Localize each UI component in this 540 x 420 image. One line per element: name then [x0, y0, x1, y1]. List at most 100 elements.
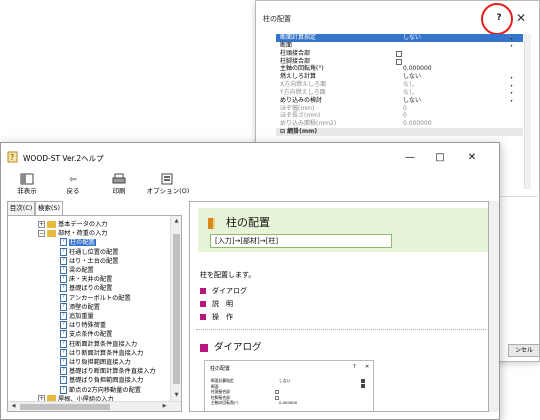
tree-item-label: はり負担範囲直接入力 [69, 359, 131, 366]
tree-item-label: 節点の2方向移動量の配置 [69, 386, 141, 394]
mini-dialog-title: 柱の配置 [210, 366, 231, 372]
scroll-down-icon[interactable]: ▼ [172, 391, 181, 400]
dropdown-arrow-icon[interactable]: ▾ [509, 36, 514, 41]
options-button[interactable]: オプション(O) [145, 173, 191, 199]
tree-page-item[interactable]: ? 節点の2方向移動量の配置 [60, 385, 141, 395]
tab-contents[interactable]: 目次(C) [7, 201, 35, 215]
tree-horizontal-scrollbar[interactable]: ◀ ▶ [8, 401, 181, 411]
property-value[interactable]: 0.000000 [403, 65, 432, 73]
tree-page-item[interactable]: ? はり負担範囲直接入力 [60, 358, 131, 367]
topic-title: 柱の配置 [226, 216, 270, 229]
scroll-left-icon[interactable]: ◀ [9, 402, 18, 411]
mini-close-icon: ✕ [365, 364, 370, 370]
help-button[interactable]: ? [489, 10, 509, 26]
scroll-up-icon[interactable]: ▲ [172, 217, 181, 226]
tree-page-item[interactable]: ? はり特殊荷重 [60, 321, 106, 330]
dropdown-arrow-icon[interactable]: ▾ [509, 75, 514, 80]
link-operation[interactable]: 操 作 [200, 312, 233, 322]
tree-folder-item[interactable]: + 基本データの入力 [38, 220, 108, 229]
hide-button[interactable]: 非表示 [7, 173, 47, 199]
property-row[interactable]: 燃えしろ計算 しない ▾ [276, 73, 523, 81]
property-value[interactable]: なし [403, 81, 415, 89]
tree-page-item[interactable]: ? 梁の配置 [60, 266, 94, 275]
tree-page-item[interactable]: ? 基礎ばりの配置 [60, 284, 112, 293]
link-explanation[interactable]: 説 明 [200, 299, 233, 309]
tree-page-item[interactable]: ? 支点条件の配置 [60, 330, 112, 339]
help-page-icon: ? [60, 238, 67, 247]
title-bar[interactable]: ? WOOD-ST Ver.2ヘルプ — □ ✕ [1, 143, 499, 173]
property-label: X方向燃えしろ面 [280, 81, 327, 89]
property-value[interactable]: しない [403, 97, 421, 105]
tree-scroll-thumb[interactable] [173, 234, 180, 384]
property-row[interactable]: めり込みの検討 しない ▾ [276, 97, 523, 105]
dropdown-arrow-icon[interactable]: ▾ [509, 98, 514, 103]
section-square-icon [200, 343, 208, 352]
property-label: ほぞ幅(mm) [280, 104, 315, 112]
tree-hscroll-thumb[interactable] [20, 404, 110, 410]
content-vertical-scrollbar[interactable] [489, 201, 499, 412]
tree-item-label: アンカーボルトの配置 [69, 294, 131, 302]
dropdown-arrow-icon[interactable]: ▾ [509, 43, 514, 48]
cancel-button[interactable]: ンセル [508, 344, 540, 357]
dropdown-arrow-icon[interactable]: ▾ [509, 83, 514, 88]
book-icon [208, 218, 215, 229]
tree-item-label: 部材・荷重の入力 [58, 230, 108, 238]
bullet-square-icon [200, 301, 206, 307]
bullet-square-icon [200, 314, 206, 320]
property-checkbox[interactable] [396, 50, 402, 57]
property-grid-scrollbar[interactable] [524, 34, 531, 189]
property-value[interactable]: なし [403, 89, 415, 97]
expand-icon[interactable]: + [38, 220, 45, 228]
print-button[interactable]: 印刷 [99, 173, 139, 199]
maximize-button[interactable]: □ [431, 150, 449, 166]
tree-folder-item[interactable]: − 部材・荷重の入力 [38, 229, 108, 238]
property-label: 断面 [280, 41, 293, 49]
tree-item-label: 基礎ばりの配置 [69, 285, 113, 293]
minimize-button[interactable]: — [401, 150, 419, 166]
tree-page-item[interactable]: ? 添壁の配置 [60, 302, 100, 312]
tree-page-item[interactable]: ? 柱通し位置の配置 [60, 247, 119, 257]
tree-page-item[interactable]: ? 柱の配置 [60, 238, 96, 247]
tree-page-item[interactable]: ? はり・土台の配置 [60, 256, 119, 266]
property-value[interactable]: 0 [403, 105, 407, 113]
tree-item-label: 床・天井の配置 [69, 276, 113, 284]
tree-page-item[interactable]: ? 追加重量 [60, 312, 94, 321]
property-row[interactable]: 断面計算指定 しない ▾ [276, 34, 523, 42]
property-label: めり込み面積(mm2) [280, 120, 337, 128]
tree-page-item[interactable]: ? アンカーボルトの配置 [60, 293, 131, 303]
property-row[interactable]: Y方向燃えしろ面 なし ▾ [276, 89, 523, 97]
property-value[interactable]: しない [403, 73, 421, 81]
bullet-square-icon [200, 288, 206, 294]
property-value[interactable]: しない [403, 34, 421, 42]
tree-page-item[interactable]: ? 基礎ばり断面計算条件直接入力 [60, 367, 156, 376]
link-dialog[interactable]: ダイアログ [200, 286, 247, 296]
mini-dropdown-icon [361, 378, 365, 383]
collapse-icon[interactable]: − [38, 229, 45, 237]
pane-splitter[interactable] [185, 201, 188, 413]
tree-vertical-scrollbar[interactable]: ▲ ▼ [170, 216, 181, 401]
property-row[interactable]: 断面 ▾ [276, 42, 523, 50]
help-page-icon: ? [60, 376, 67, 385]
property-row[interactable]: めり込み面積(mm2) 0.000000 [276, 120, 523, 128]
tab-search[interactable]: 検索(S) [35, 201, 63, 216]
property-value[interactable]: 0.000000 [403, 120, 432, 128]
dropdown-arrow-icon[interactable]: ▾ [509, 90, 514, 95]
dialog-close-button[interactable]: ✕ [512, 9, 530, 27]
property-label: ⊟ 網掛(mm) [280, 128, 318, 136]
property-value[interactable]: 0 [403, 112, 407, 120]
scroll-right-icon[interactable]: ▶ [160, 402, 169, 411]
property-row[interactable]: 柱頭接合部 [276, 50, 523, 58]
property-row[interactable]: ⊟ 網掛(mm) [276, 128, 523, 136]
property-row[interactable]: X方向燃えしろ面 なし ▾ [276, 81, 523, 89]
property-row[interactable]: ほぞ幅(mm) 0 [276, 105, 523, 113]
help-app-icon: ? [7, 151, 19, 163]
tree-page-item[interactable]: ? はり断面計算条件直接入力 [60, 348, 143, 358]
back-button[interactable]: ⇦ 戻る [53, 173, 93, 199]
tree-item-label: はり・土台の配置 [69, 257, 119, 265]
tree-page-item[interactable]: ? 床・天井の配置 [60, 275, 112, 284]
tree-item-label: 柱の配置 [69, 239, 96, 247]
window-close-button[interactable]: ✕ [463, 150, 481, 166]
tree-page-item[interactable]: ? 基礎ばり負担範囲直接入力 [60, 376, 143, 385]
tree-page-item[interactable]: ? 柱断面計算条件直接入力 [60, 339, 137, 349]
property-checkbox[interactable] [396, 58, 402, 65]
